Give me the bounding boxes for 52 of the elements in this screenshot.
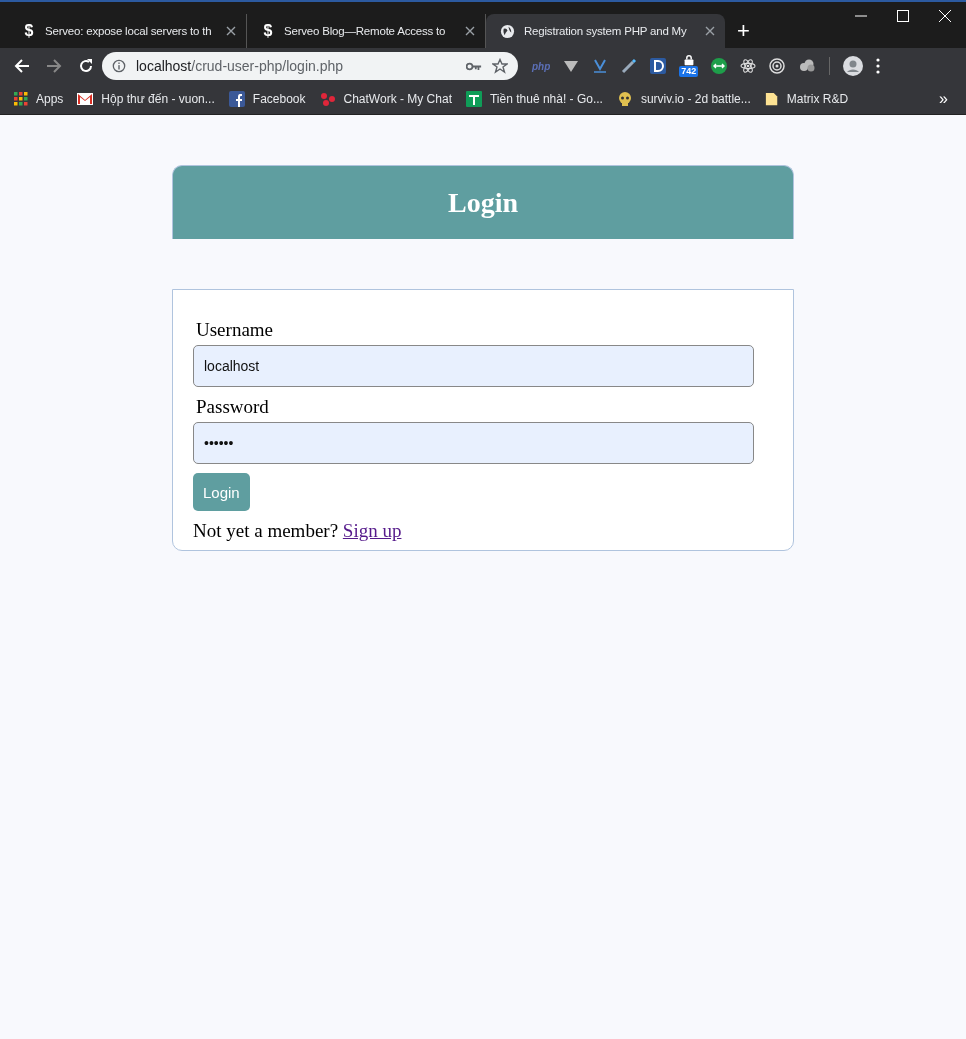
v-underline-icon[interactable]: [592, 58, 609, 74]
new-tab-button[interactable]: +: [737, 19, 750, 43]
url-text: localhost/crud-user-php/login.php: [136, 58, 345, 74]
reload-icon[interactable]: [78, 58, 94, 74]
key-icon[interactable]: [466, 60, 482, 72]
menu-icon[interactable]: [876, 58, 881, 74]
skull-icon: [616, 91, 633, 107]
lock-icon[interactable]: [682, 55, 695, 66]
d-square-icon[interactable]: [650, 58, 667, 74]
dots-icon: [319, 91, 336, 107]
browser-tab[interactable]: Registration system PHP and My: [486, 14, 725, 48]
bookmark[interactable]: Apps: [14, 92, 64, 106]
tab-title: Serveo Blog—Remote Access to: [284, 25, 447, 37]
tab-favicon: $: [262, 22, 274, 40]
tab-favicon: $: [23, 22, 35, 40]
bookmark[interactable]: Matrix R&D: [764, 91, 849, 107]
v-shape-icon[interactable]: [563, 58, 580, 74]
sheet-icon: [465, 91, 482, 107]
atom-icon[interactable]: [740, 58, 757, 74]
avatar-icon[interactable]: [843, 56, 864, 76]
count-badge: 742: [679, 66, 699, 77]
info-icon[interactable]: [112, 59, 126, 73]
cloud-icon[interactable]: [798, 58, 817, 74]
mail-icon: [77, 93, 94, 105]
header-title: Login: [448, 186, 518, 219]
field-label: Password: [196, 396, 270, 418]
maximize-icon[interactable]: [897, 10, 909, 22]
field-label: Username: [196, 319, 275, 341]
close-icon[interactable]: [226, 26, 236, 36]
input-field[interactable]: ••••••: [193, 422, 754, 464]
apps-grid-icon: [14, 92, 28, 106]
arrows-circle-icon[interactable]: [711, 58, 728, 74]
globe-icon: [500, 23, 515, 39]
signup-link[interactable]: Sign up: [342, 520, 402, 541]
tab-title: Serveo: expose local servers to th: [45, 25, 213, 37]
close-icon[interactable]: [465, 26, 475, 36]
input-field[interactable]: localhost: [193, 345, 754, 387]
facebook-square-icon: [228, 91, 245, 107]
back-icon[interactable]: [14, 58, 30, 74]
tab-title: Registration system PHP and My: [524, 25, 688, 37]
bookmark[interactable]: Hộp thư đến - vuon...: [77, 92, 215, 106]
star-icon[interactable]: [492, 58, 508, 74]
forward-icon[interactable]: [46, 58, 62, 74]
address-bar[interactable]: localhost/crud-user-php/login.php: [102, 52, 518, 80]
pen-icon[interactable]: [621, 58, 638, 74]
target-icon[interactable]: [769, 58, 786, 74]
bookmark[interactable]: surviv.io - 2d battle...: [616, 91, 751, 107]
bookmark[interactable]: Facebook: [228, 91, 306, 107]
signup-prompt: Not yet a member? Sign up: [193, 520, 403, 542]
bookmark[interactable]: ChatWork - My Chat: [319, 91, 452, 107]
more-bookmarks-button[interactable]: »: [939, 90, 948, 108]
bookmark[interactable]: Tiền thuê nhà! - Go...: [465, 91, 603, 107]
